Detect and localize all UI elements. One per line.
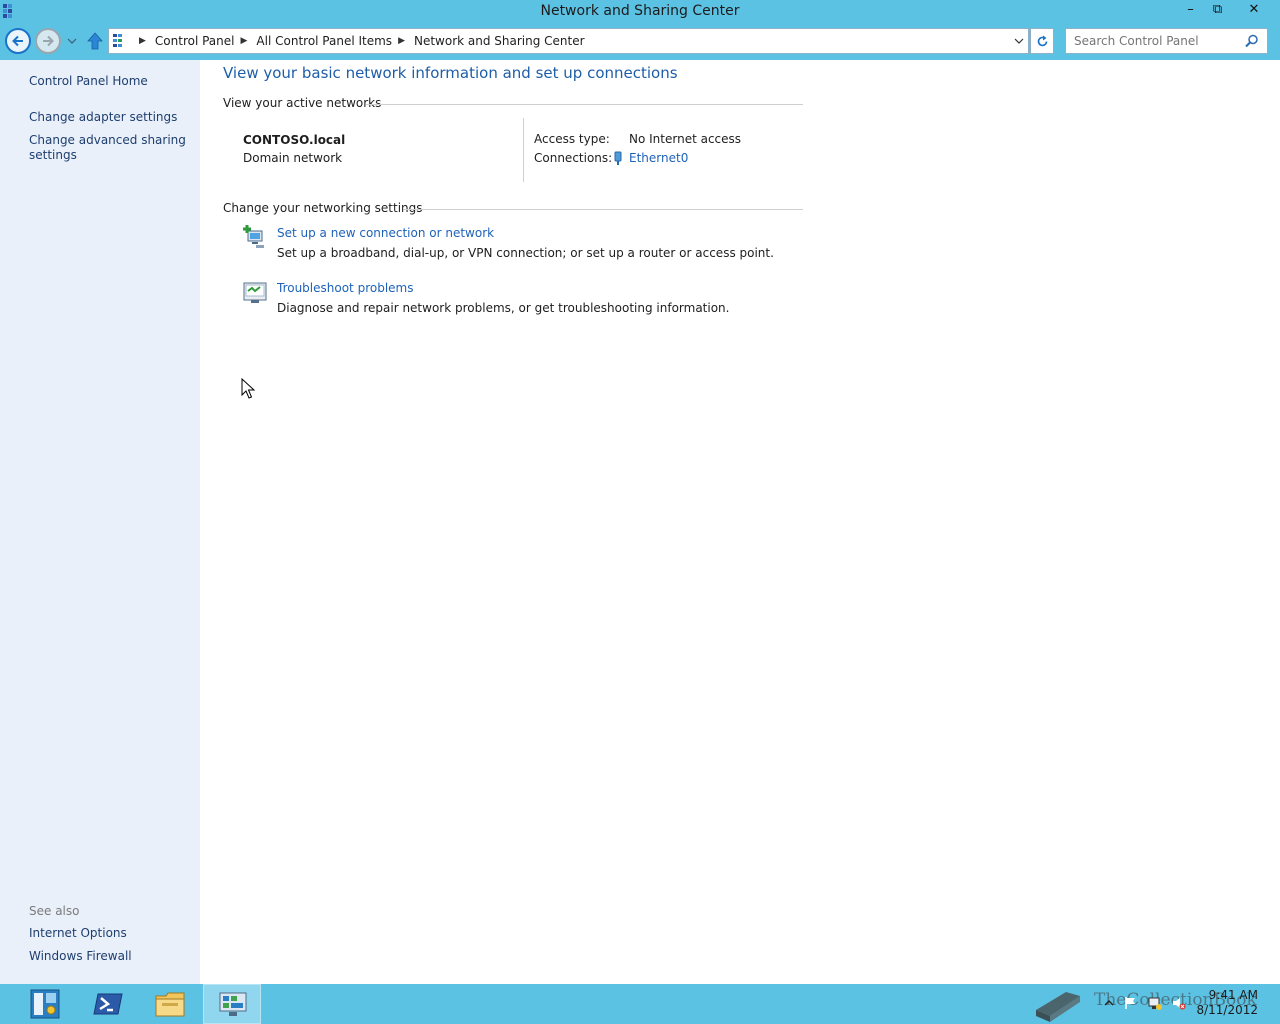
taskbar-powershell[interactable] [79, 984, 137, 1024]
sidebar-item-change-adapter-settings[interactable]: Change adapter settings [29, 110, 189, 125]
network-category: Domain network [243, 151, 343, 165]
sidebar: Control Panel Home Change adapter settin… [0, 60, 200, 984]
forward-arrow-icon [43, 35, 54, 47]
clock-time: 9:41 AM [1208, 988, 1258, 1002]
change-settings-heading: Change your networking settings [223, 201, 423, 215]
chevron-right-icon[interactable]: ▶ [241, 29, 248, 53]
breadcrumb-network-sharing[interactable]: Network and Sharing Center [414, 29, 585, 53]
taskbar-control-panel[interactable] [203, 984, 261, 1024]
chevron-right-icon[interactable]: ▶ [139, 29, 146, 53]
file-explorer-icon [155, 992, 185, 1017]
volume-muted-icon[interactable] [1172, 996, 1186, 1010]
ethernet-icon [614, 151, 622, 165]
refresh-icon [1037, 35, 1048, 47]
recent-locations-chevron-icon[interactable] [66, 35, 78, 47]
mouse-cursor-icon [241, 378, 255, 399]
access-type-label: Access type: [534, 132, 610, 146]
address-bar[interactable]: ▶ Control Panel ▶ All Control Panel Item… [108, 28, 1029, 54]
book-logo-icon [1036, 992, 1080, 1022]
window-title: Network and Sharing Center [540, 3, 740, 19]
powershell-icon [93, 993, 123, 1015]
title-bar: Network and Sharing Center – ⧉ ✕ [0, 0, 1280, 23]
search-box[interactable] [1065, 28, 1268, 54]
setup-new-connection-description: Set up a broadband, dial-up, or VPN conn… [277, 246, 774, 260]
control-panel-icon [219, 992, 247, 1016]
see-also-label: See also [29, 904, 80, 918]
page-title: View your basic network information and … [223, 64, 678, 82]
address-dropdown-icon[interactable] [1014, 36, 1024, 46]
section-divider [366, 104, 803, 105]
network-name: CONTOSO.local [243, 133, 346, 147]
restore-button[interactable]: ⧉ [1204, 0, 1231, 21]
access-type-value: No Internet access [629, 132, 742, 146]
sidebar-item-control-panel-home[interactable]: Control Panel Home [29, 74, 189, 89]
refresh-button[interactable] [1030, 28, 1054, 54]
breadcrumb: ▶ Control Panel ▶ All Control Panel Item… [133, 29, 585, 53]
control-panel-icon [113, 34, 122, 47]
new-connection-icon[interactable] [242, 223, 268, 249]
active-networks-heading: View your active networks [223, 96, 382, 110]
close-icon: ✕ [1248, 2, 1260, 17]
close-button[interactable]: ✕ [1231, 0, 1277, 21]
breadcrumb-all-items[interactable]: All Control Panel Items [256, 29, 392, 53]
connections-label: Connections: [534, 151, 613, 165]
vertical-divider [523, 118, 524, 182]
taskbar: TheCollectionBook 9:41 AM 8/11/2012 [0, 984, 1280, 1024]
show-hidden-icons-chevron-icon[interactable] [1102, 996, 1116, 1010]
section-divider [403, 209, 803, 210]
minimize-icon: – [1187, 2, 1194, 17]
search-input[interactable] [1066, 29, 1241, 53]
taskbar-file-explorer[interactable] [141, 984, 199, 1024]
server-manager-icon [30, 989, 60, 1019]
troubleshoot-problems-description: Diagnose and repair network problems, or… [277, 301, 730, 315]
up-arrow-icon[interactable] [86, 31, 104, 51]
sidebar-item-windows-firewall[interactable]: Windows Firewall [29, 949, 189, 964]
breadcrumb-control-panel[interactable]: Control Panel [155, 29, 235, 53]
troubleshoot-problems-link[interactable]: Troubleshoot problems [277, 281, 413, 295]
troubleshoot-icon[interactable] [242, 279, 268, 305]
taskbar-server-manager[interactable] [16, 984, 74, 1024]
sidebar-item-change-advanced-sharing[interactable]: Change advanced sharing settings [29, 133, 189, 163]
search-icon[interactable] [1245, 34, 1259, 48]
chevron-right-icon[interactable]: ▶ [398, 29, 405, 53]
restore-icon: ⧉ [1212, 2, 1223, 17]
ethernet-connection-link[interactable]: Ethernet0 [629, 151, 688, 165]
forward-button[interactable] [35, 28, 61, 54]
navigation-bar: ▶ Control Panel ▶ All Control Panel Item… [0, 23, 1280, 60]
system-clock[interactable]: 9:41 AM 8/11/2012 [1196, 988, 1258, 1018]
setup-new-connection-link[interactable]: Set up a new connection or network [277, 226, 494, 240]
action-center-flag-icon[interactable] [1124, 996, 1138, 1010]
sidebar-item-internet-options[interactable]: Internet Options [29, 926, 189, 941]
main-content: View your basic network information and … [200, 60, 1280, 984]
network-status-icon[interactable] [1148, 996, 1162, 1010]
back-arrow-icon [12, 35, 23, 47]
minimize-button[interactable]: – [1177, 0, 1204, 21]
clock-date: 8/11/2012 [1196, 1003, 1258, 1017]
back-button[interactable] [5, 28, 31, 54]
